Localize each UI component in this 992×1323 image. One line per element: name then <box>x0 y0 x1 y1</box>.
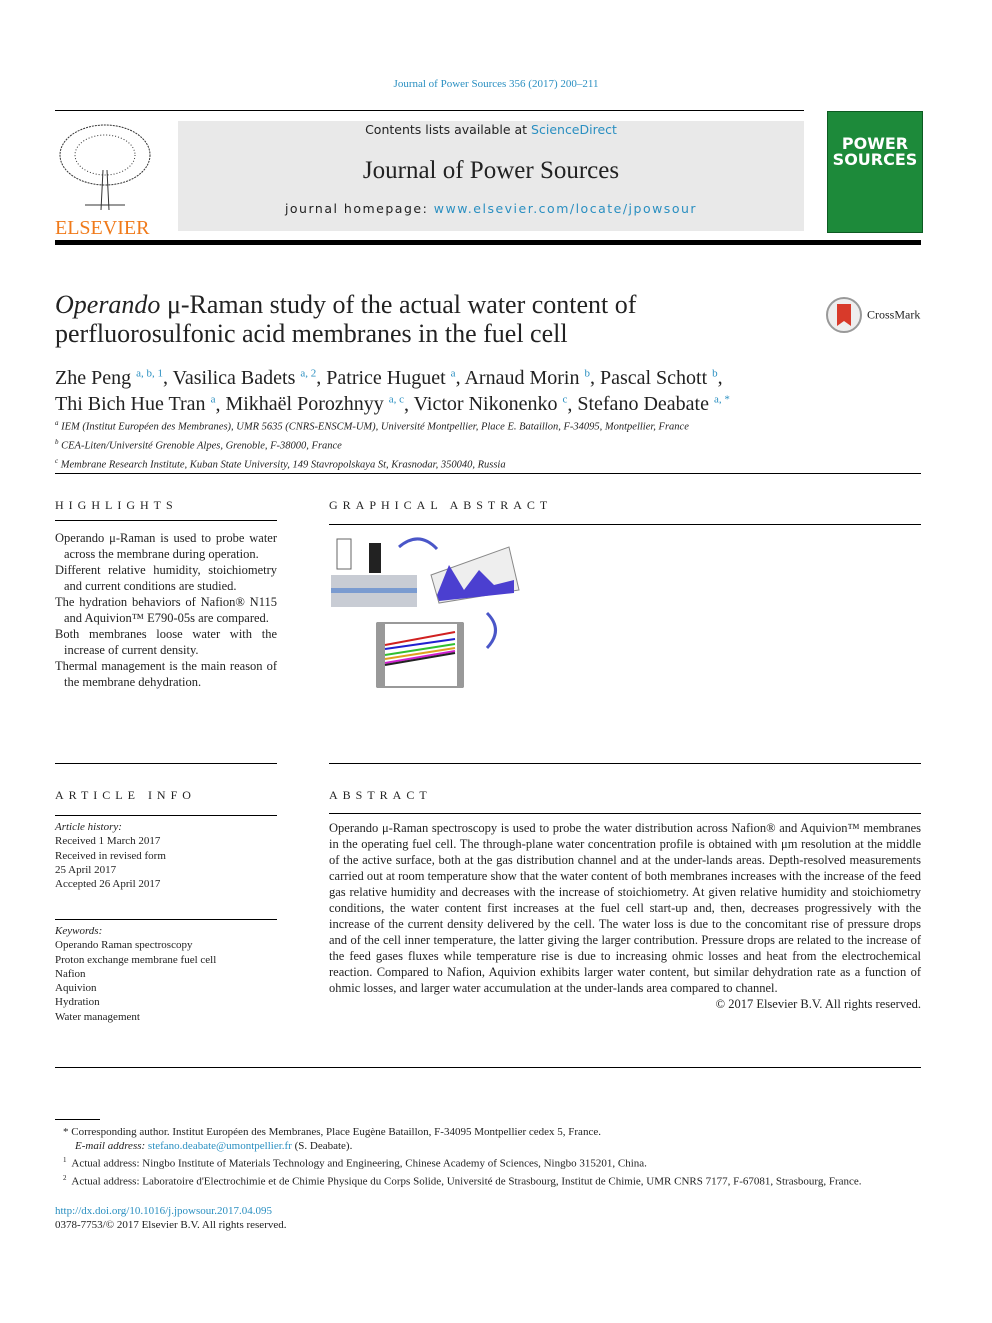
abstract-heading: ABSTRACT <box>329 788 432 802</box>
highlight-item: Both membranes loose water with the incr… <box>55 627 277 657</box>
author[interactable]: Stefano Deabate a, * <box>577 393 730 415</box>
paper-page: Journal of Power Sources 356 (2017) 200–… <box>0 0 992 1323</box>
author[interactable]: Patrice Huguet a <box>326 367 455 389</box>
divider <box>329 524 921 525</box>
divider <box>55 1067 921 1068</box>
divider <box>55 473 921 474</box>
crossmark-button[interactable]: CrossMark <box>825 296 920 334</box>
highlight-item: Operando μ-Raman is used to probe water … <box>55 531 277 561</box>
highlights-heading: HIGHLIGHTS <box>55 498 178 512</box>
divider <box>55 763 277 764</box>
highlights-list: Operando μ-Raman is used to probe water … <box>55 530 277 690</box>
author[interactable]: Zhe Peng a, b, 1 <box>55 367 163 389</box>
article-history: Article history: Received 1 March 2017 Re… <box>55 821 166 891</box>
journal-cover[interactable]: POWER SOURCES <box>827 111 923 233</box>
affiliation: b CEA-Liten/Université Grenoble Alpes, G… <box>55 438 342 452</box>
graphical-abstract-image[interactable] <box>329 535 524 700</box>
crossmark-icon <box>826 297 862 333</box>
issn-copyright: 0378-7753/© 2017 Elsevier B.V. All right… <box>55 1219 287 1232</box>
homepage-link[interactable]: www.elsevier.com/locate/jpowsour <box>434 201 697 216</box>
abstract-copyright: © 2017 Elsevier B.V. All rights reserved… <box>715 997 921 1011</box>
article-title: Operando μ-Raman study of the actual wat… <box>55 290 637 348</box>
footnotes: * Corresponding author. Institut Europée… <box>55 1125 921 1232</box>
journal-citation-link[interactable]: Journal of Power Sources 356 (2017) 200–… <box>0 78 992 90</box>
author[interactable]: Victor Nikonenko c <box>414 393 568 415</box>
journal-name: Journal of Power Sources <box>362 157 620 184</box>
doi-link[interactable]: http://dx.doi.org/10.1016/j.jpowsour.201… <box>55 1204 921 1218</box>
author[interactable]: Thi Bich Hue Tran a <box>55 393 215 415</box>
author[interactable]: Vasilica Badets a, 2 <box>173 367 317 389</box>
highlight-item: Thermal management is the main reason of… <box>55 659 277 689</box>
graphical-abstract-heading: GRAPHICAL ABSTRACT <box>329 498 553 512</box>
footnote-rule <box>55 1119 100 1120</box>
affiliations: a IEM (Institut Européen des Membranes),… <box>55 416 689 473</box>
affiliation: c Membrane Research Institute, Kuban Sta… <box>55 457 506 471</box>
highlight-item: Different relative humidity, stoichiomet… <box>55 563 277 593</box>
divider <box>55 919 277 920</box>
divider <box>329 763 921 764</box>
affiliation: a IEM (Institut Européen des Membranes),… <box>55 419 689 433</box>
divider <box>55 520 277 521</box>
abstract-body: Operando μ-Raman spectroscopy is used to… <box>329 821 921 1011</box>
sciencedirect-link[interactable]: ScienceDirect <box>531 122 617 137</box>
divider <box>55 110 804 111</box>
divider <box>55 815 277 816</box>
journal-banner: Contents lists available at ScienceDirec… <box>178 121 804 231</box>
author-list: Zhe Peng a, b, 1, Vasilica Badets a, 2, … <box>55 366 730 416</box>
article-info-heading: ARTICLE INFO <box>55 788 196 802</box>
divider <box>55 240 921 245</box>
keywords: Keywords: Operando Raman spectroscopy Pro… <box>55 925 217 1023</box>
author[interactable]: Mikhaël Porozhnyy a, c <box>225 393 404 415</box>
highlight-item: The hydration behaviors of Nafion® N115 … <box>55 595 277 625</box>
divider <box>329 813 921 814</box>
elsevier-tree-icon <box>55 120 155 211</box>
author[interactable]: Arnaud Morin b <box>464 367 589 389</box>
author[interactable]: Pascal Schott b <box>600 367 718 389</box>
elsevier-logo: ELSEVIER <box>55 120 155 239</box>
email-link[interactable]: stefano.deabate@umontpellier.fr <box>148 1140 292 1152</box>
